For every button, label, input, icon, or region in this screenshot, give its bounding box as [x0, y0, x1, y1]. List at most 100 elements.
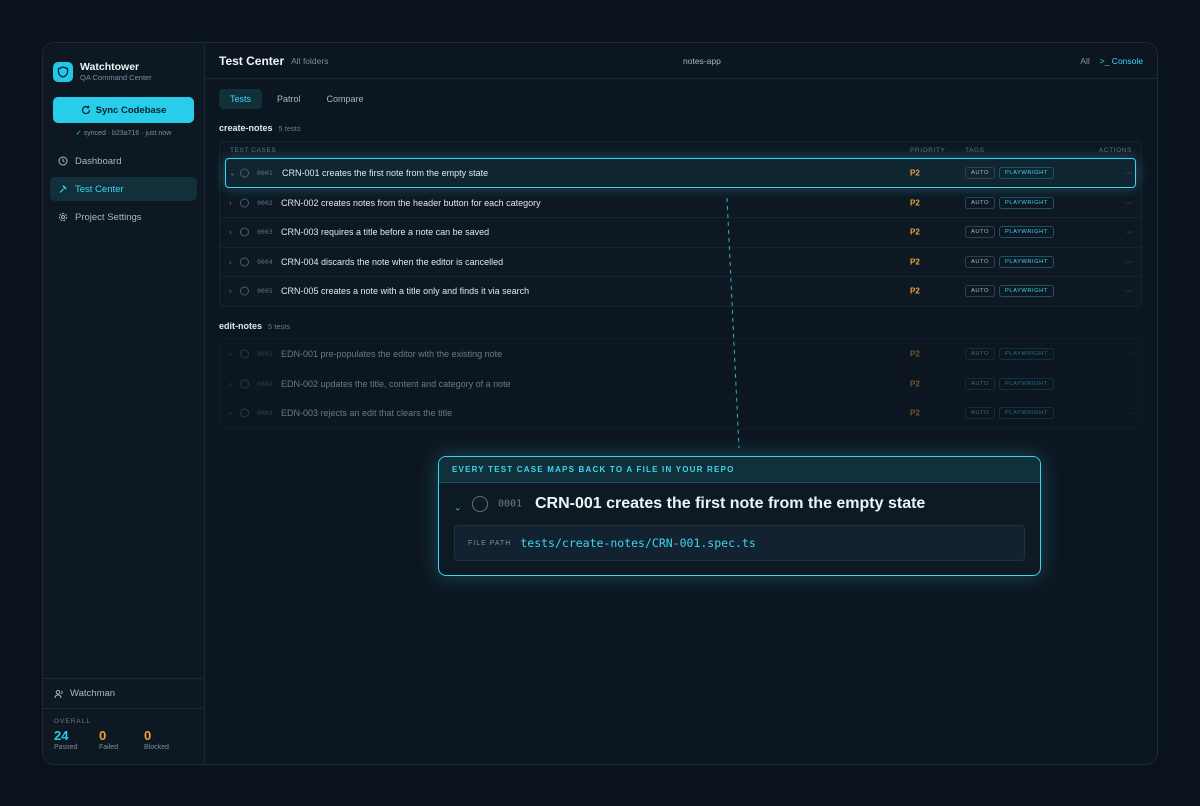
tag-auto: AUTO — [965, 347, 995, 360]
user-name: Watchman — [70, 688, 116, 699]
stat-label: Failed — [99, 744, 119, 751]
user-icon — [54, 689, 63, 698]
tag-playwright: PLAYWRIGHT — [999, 255, 1054, 268]
topbar: Test Center All folders notes-app All >_… — [205, 43, 1157, 79]
filter-all[interactable]: All — [1080, 56, 1089, 66]
sync-status-text: synced · b23a716 · just now — [83, 130, 172, 137]
group-count: 5 tests — [278, 124, 301, 133]
tab-tests[interactable]: Tests — [219, 89, 263, 109]
column-test-cases: TEST CASES — [230, 147, 277, 154]
sync-status: ✓ synced · b23a716 · just now — [43, 129, 204, 137]
status-radio[interactable] — [240, 349, 249, 359]
tag-playwright: PLAYWRIGHT — [999, 285, 1054, 298]
chevron-right-icon[interactable]: › — [229, 379, 232, 388]
status-radio[interactable] — [240, 408, 249, 418]
more-actions-icon[interactable]: ··· — [1125, 349, 1133, 358]
sync-codebase-button[interactable]: Sync Codebase — [53, 97, 194, 123]
sidebar-item-dashboard[interactable]: Dashboard — [50, 149, 197, 173]
priority-badge: P2 — [910, 286, 920, 296]
sidebar-nav: Dashboard Test Center Project Settings — [43, 149, 204, 233]
stat-blocked: 0 Blocked — [144, 729, 189, 752]
tab-patrol[interactable]: Patrol — [266, 89, 312, 109]
row-number: 0003 — [257, 409, 273, 418]
chevron-down-icon[interactable]: ⌄ — [229, 168, 236, 177]
more-actions-icon[interactable]: ··· — [1125, 168, 1133, 177]
column-tags: TAGS — [965, 147, 985, 154]
table-row[interactable]: › 0002 CRN-002 creates notes from the he… — [220, 187, 1141, 218]
more-actions-icon[interactable]: ··· — [1125, 409, 1133, 418]
sync-codebase-label: Sync Codebase — [95, 104, 167, 116]
stat-failed: 0 Failed — [99, 729, 144, 752]
table-row[interactable]: › 0001 EDN-001 pre-populates the editor … — [220, 339, 1141, 369]
chevron-right-icon[interactable]: › — [229, 228, 232, 237]
sidebar-item-label: Dashboard — [75, 155, 122, 167]
priority-badge: P2 — [910, 349, 920, 359]
chevron-down-icon: ⌄ — [454, 502, 462, 513]
row-number: 0002 — [257, 379, 273, 388]
folder-filter[interactable]: All folders — [291, 56, 328, 66]
more-actions-icon[interactable]: ··· — [1125, 287, 1133, 296]
status-radio[interactable] — [240, 168, 249, 178]
table-row[interactable]: › 0004 CRN-004 discards the note when th… — [220, 246, 1141, 277]
console-button[interactable]: >_ Console — [1100, 56, 1143, 66]
status-radio[interactable] — [240, 198, 249, 208]
status-radio[interactable] — [240, 379, 249, 389]
test-title: CRN-002 creates notes from the header bu… — [281, 197, 541, 208]
more-actions-icon[interactable]: ··· — [1125, 257, 1133, 266]
group-name: create-notes — [219, 123, 273, 133]
tag-auto: AUTO — [965, 285, 995, 298]
group-header[interactable]: edit-notes 5 tests — [205, 321, 304, 331]
stat-label: Passed — [54, 744, 78, 751]
sidebar-item-project-settings[interactable]: Project Settings — [50, 205, 197, 229]
main-content: Test Center All folders notes-app All >_… — [205, 43, 1157, 764]
test-title: CRN-004 discards the note when the edito… — [281, 256, 504, 267]
tab-compare[interactable]: Compare — [316, 89, 375, 109]
chevron-right-icon[interactable]: › — [229, 198, 232, 207]
table-row[interactable]: › 0005 CRN-005 creates a note with a tit… — [220, 276, 1141, 306]
table-row[interactable]: › 0003 CRN-003 requires a title before a… — [220, 217, 1141, 247]
status-radio — [472, 496, 488, 512]
table-row[interactable]: › 0003 EDN-003 rejects an edit that clea… — [220, 398, 1141, 428]
check-icon: ✓ — [75, 130, 82, 137]
more-actions-icon[interactable]: ··· — [1125, 198, 1133, 207]
chevron-right-icon[interactable]: › — [229, 349, 232, 358]
test-title: CRN-005 creates a note with a title only… — [281, 286, 530, 297]
row-number: 0004 — [257, 257, 273, 266]
test-title: EDN-003 rejects an edit that clears the … — [281, 408, 453, 419]
table-header: TEST CASES PRIORITY TAGS ACTIONS — [220, 142, 1141, 158]
sidebar-item-test-center[interactable]: Test Center — [50, 177, 197, 201]
row-number: 0003 — [257, 228, 273, 237]
group-header[interactable]: create-notes 5 tests — [205, 123, 315, 133]
stat-passed: 24 Passed — [54, 729, 99, 752]
user-menu[interactable]: Watchman — [43, 678, 204, 708]
callout-test-title: CRN-001 creates the first note from the … — [535, 495, 926, 512]
status-radio[interactable] — [240, 286, 249, 296]
chevron-right-icon[interactable]: › — [229, 409, 232, 418]
brand-title: Watchtower — [80, 61, 140, 73]
tab-bar: Tests Patrol Compare — [205, 79, 1157, 109]
test-table: › 0001 EDN-001 pre-populates the editor … — [219, 338, 1142, 429]
overall-stats: OVERALL 24 Passed 0 Failed 0 Blocked — [43, 708, 204, 764]
table-row[interactable]: ⌄ 0001 CRN-001 creates the first note fr… — [225, 158, 1136, 188]
status-radio[interactable] — [240, 257, 249, 267]
project-name: notes-app — [683, 55, 721, 66]
more-actions-icon[interactable]: ··· — [1125, 228, 1133, 237]
file-path-value: tests/create-notes/CRN-001.spec.ts — [520, 536, 756, 550]
wrench-icon — [59, 185, 67, 193]
chevron-right-icon[interactable]: › — [229, 287, 232, 296]
row-number: 0001 — [257, 168, 273, 177]
chevron-right-icon[interactable]: › — [229, 257, 232, 266]
sidebar: Watchtower QA Command Center Sync Codeba… — [43, 43, 205, 764]
callout-connector — [726, 198, 740, 448]
callout-test-row: ⌄ 0001 CRN-001 creates the first note fr… — [439, 483, 1040, 525]
page-title: Test Center — [219, 53, 285, 68]
file-path-box: FILE PATH tests/create-notes/CRN-001.spe… — [454, 525, 1025, 561]
status-radio[interactable] — [240, 227, 249, 237]
priority-badge: P2 — [910, 408, 920, 418]
table-row[interactable]: › 0002 EDN-002 updates the title, conten… — [220, 368, 1141, 399]
tag-auto: AUTO — [965, 255, 995, 268]
row-number: 0002 — [257, 198, 273, 207]
brand-subtitle: QA Command Center — [80, 73, 152, 82]
column-priority: PRIORITY — [910, 147, 946, 154]
more-actions-icon[interactable]: ··· — [1125, 379, 1133, 388]
